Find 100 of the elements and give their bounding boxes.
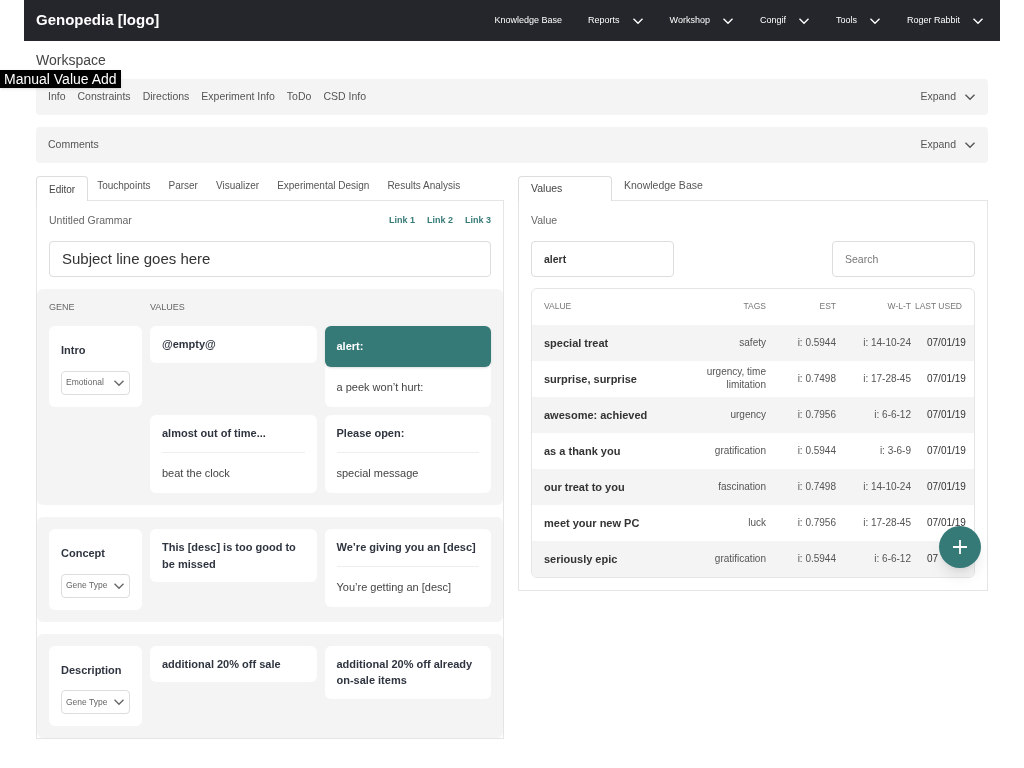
table-cell-text: fascination bbox=[717, 480, 766, 493]
table-cell-text: i: 0.7956 bbox=[796, 408, 836, 421]
value-card[interactable]: @empty@ bbox=[150, 326, 317, 363]
nav-item[interactable]: Tools bbox=[835, 13, 881, 28]
table-cell-text: 07/01/19 bbox=[926, 336, 966, 351]
table-row[interactable]: special treat safety i: 0.5944 i: 14-10-24 07/01/19 bbox=[532, 324, 974, 361]
table-cell-text: i: 0.5944 bbox=[796, 552, 836, 565]
info-tab[interactable]: Directions bbox=[142, 89, 190, 105]
info-tab[interactable]: Experiment Info bbox=[201, 89, 275, 105]
table-cell-text: urgency, time limitation bbox=[705, 366, 766, 392]
info-tab[interactable]: ToDo bbox=[286, 89, 312, 105]
column-header: TAGS bbox=[742, 300, 766, 314]
table-cell-text: i: 0.7498 bbox=[796, 372, 836, 385]
search-field[interactable]: Search bbox=[832, 240, 975, 277]
table-cell-text: i: 0.7498 bbox=[796, 480, 836, 493]
info-tab[interactable]: CSD Info bbox=[323, 89, 366, 105]
editor-tab[interactable]: Parser bbox=[159, 175, 207, 200]
nav-item[interactable]: Workshop bbox=[669, 13, 734, 28]
gene-name: Description bbox=[61, 662, 123, 678]
value-alternate: special message bbox=[335, 465, 420, 481]
value-title: We’re giving you an [desc] bbox=[335, 540, 477, 556]
nav-item[interactable]: Reports bbox=[588, 13, 644, 28]
table-cell-text: as a thank you bbox=[544, 443, 622, 459]
nav-item[interactable]: Congif bbox=[759, 13, 810, 28]
table-cell-text: 07/01/19 bbox=[926, 372, 966, 387]
brand-logo[interactable]: Genopedia [logo] bbox=[36, 9, 160, 32]
gene-name: Concept bbox=[61, 546, 106, 562]
table-cell-text: 07/01/19 bbox=[926, 408, 966, 423]
subject-field[interactable]: Subject line goes here bbox=[49, 240, 491, 277]
value-title: Please open: bbox=[335, 426, 406, 442]
gene-type-dropdown[interactable]: Gene Type bbox=[61, 573, 130, 598]
value-card[interactable]: additional 20% off sale bbox=[150, 645, 317, 683]
table-row[interactable]: seriously epic gratification i: 0.5944 i: 6-6-12 07 bbox=[532, 540, 974, 577]
gene-type-dropdown[interactable]: Gene Type bbox=[61, 690, 130, 715]
table-row[interactable]: awesome: achieved urgency i: 0.7956 i: 6-6-12 07/01/19 bbox=[532, 396, 974, 433]
value-title: alert: bbox=[324, 326, 491, 367]
link[interactable]: Link 3 bbox=[465, 214, 491, 228]
link[interactable]: Link 1 bbox=[388, 214, 415, 228]
table-cell-text: i: 3-6-9 bbox=[878, 444, 911, 457]
table-cell-text: awesome: achieved bbox=[544, 407, 649, 423]
value-card[interactable]: We’re giving you an [desc] You’re getting an [desc] bbox=[324, 529, 491, 608]
value-label: Value bbox=[531, 213, 559, 228]
column-header: GENE bbox=[49, 300, 76, 314]
values-tab[interactable]: Knowledge Base bbox=[612, 175, 715, 200]
table-cell-text: i: 6-6-12 bbox=[873, 408, 911, 421]
value-card[interactable]: additional 20% off already on-sale items bbox=[324, 645, 491, 699]
grammar-name: Untitled Grammar bbox=[49, 213, 132, 228]
table-cell-text: i: 0.7956 bbox=[796, 516, 836, 529]
table-cell-text: gratification bbox=[713, 444, 766, 457]
editor-tab[interactable]: Touchpoints bbox=[88, 175, 160, 200]
nav-item[interactable]: Knowledge Base bbox=[494, 13, 563, 28]
value-alternate: a peek won’t hurt: bbox=[335, 379, 425, 395]
gene-name: Intro bbox=[61, 343, 87, 359]
info-tab[interactable]: Info bbox=[48, 89, 66, 105]
value-alternate: You’re getting an [desc] bbox=[335, 579, 453, 595]
expand-button[interactable]: Expand bbox=[920, 137, 976, 153]
editor-tab[interactable]: Results Analysis bbox=[378, 175, 470, 200]
gene-type-dropdown[interactable]: Emotional bbox=[61, 370, 130, 395]
table-cell-text: luck bbox=[747, 516, 766, 529]
table-cell-text: i: 17-28-45 bbox=[862, 372, 911, 385]
table-cell-text: i: 14-10-24 bbox=[862, 336, 911, 349]
table-cell-text: gratification bbox=[713, 552, 766, 565]
table-cell-text: our treat to you bbox=[544, 479, 626, 495]
editor-tab[interactable]: Editor bbox=[36, 176, 89, 201]
column-header: VALUE bbox=[544, 300, 573, 314]
value-card[interactable]: Please open: special message bbox=[324, 415, 491, 494]
table-cell-text: 07 bbox=[926, 552, 940, 567]
table-cell-text: 07/01/19 bbox=[926, 480, 966, 495]
table-cell-text: i: 14-10-24 bbox=[862, 480, 911, 493]
page-title: Workspace bbox=[36, 51, 106, 69]
table-cell-text: i: 17-28-45 bbox=[862, 516, 911, 529]
expand-button[interactable]: Expand bbox=[920, 89, 976, 105]
link[interactable]: Link 2 bbox=[426, 214, 453, 228]
value-alternate: beat the clock bbox=[161, 465, 231, 481]
values-tab[interactable]: Values bbox=[518, 176, 612, 201]
table-cell-text: seriously epic bbox=[544, 551, 619, 567]
table-cell-text: safety bbox=[738, 336, 766, 349]
editor-tab[interactable]: Experimental Design bbox=[268, 175, 379, 200]
tooltip: Manual Value Add bbox=[0, 70, 121, 88]
table-cell-text: surprise, surprise bbox=[544, 371, 638, 387]
editor-tab[interactable]: Visualizer bbox=[206, 175, 269, 200]
column-header: VALUES bbox=[150, 300, 185, 314]
table-row[interactable]: our treat to you fascination i: 0.7498 i: 14-10-24 07/01/19 bbox=[532, 468, 974, 505]
table-cell-text: 07/01/19 bbox=[926, 444, 966, 459]
info-tab[interactable]: Constraints bbox=[77, 89, 131, 105]
table-cell-text: i: 0.5944 bbox=[796, 336, 836, 349]
column-header: W-L-T bbox=[886, 300, 911, 314]
value-card[interactable]: almost out of time... beat the clock bbox=[150, 415, 317, 494]
table-cell-text: urgency bbox=[729, 408, 766, 421]
nav-item[interactable]: Roger Rabbit bbox=[906, 13, 984, 28]
table-cell-text: special treat bbox=[544, 335, 610, 351]
value-input[interactable]: alert bbox=[531, 240, 674, 277]
value-card[interactable]: alert: a peek won’t hurt: bbox=[324, 326, 491, 408]
table-cell-text: i: 0.5944 bbox=[796, 444, 836, 457]
table-cell-text: i: 6-6-12 bbox=[873, 552, 911, 565]
value-title: almost out of time... bbox=[161, 426, 267, 442]
value-card[interactable]: This [desc] is too good to be missed bbox=[150, 529, 317, 583]
plus-icon bbox=[952, 538, 968, 555]
table-cell-text: 07/01/19 bbox=[926, 516, 966, 531]
column-header: LAST USED bbox=[913, 300, 962, 314]
